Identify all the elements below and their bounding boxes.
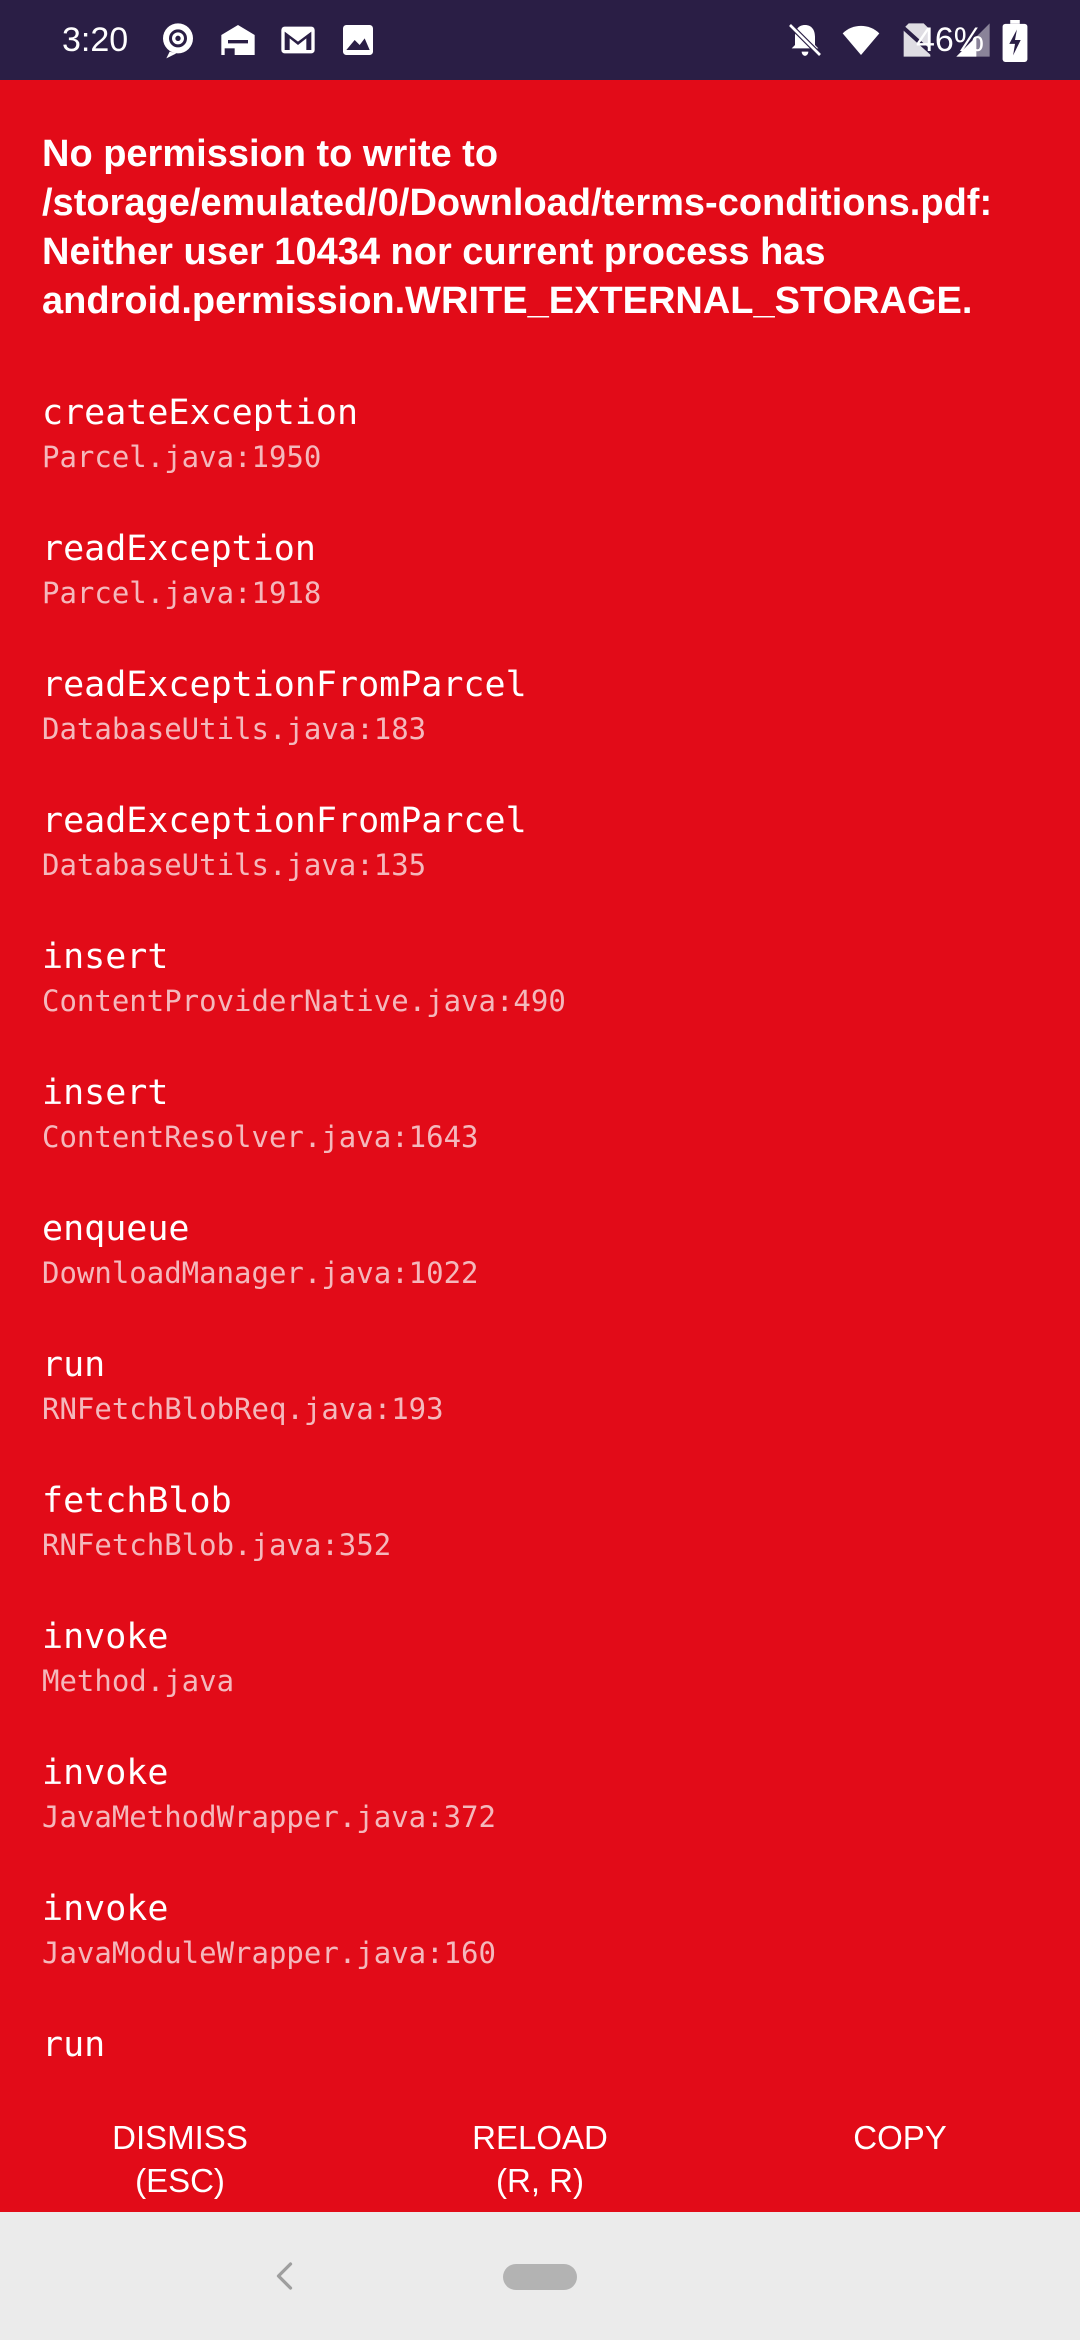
stack-frame-file: Parcel.java:1950 (42, 440, 322, 474)
error-message: No permission to write to /storage/emula… (42, 133, 993, 322)
stack-frame[interactable]: invoke JavaMethodWrapper.java:372 (42, 1750, 1042, 1886)
stack-frame[interactable]: invoke JavaModuleWrapper.java:160 (42, 1886, 1042, 2022)
stack-frame-method: insert (42, 937, 169, 977)
notification-icons (158, 20, 378, 60)
reload-button[interactable]: RELOAD (R, R) (390, 2116, 690, 2202)
stack-frame-method: invoke (42, 1889, 169, 1929)
home-pill-icon[interactable] (503, 2264, 577, 2290)
stack-frame[interactable]: fetchBlob RNFetchBlob.java:352 (42, 1478, 1042, 1614)
stack-frame-method: readException (42, 529, 316, 569)
stack-frame-method: createException (42, 393, 359, 433)
stack-frame-method: invoke (42, 1617, 169, 1657)
stack-frame-method: insert (42, 1073, 169, 1113)
stack-frame[interactable]: enqueue DownloadManager.java:1022 (42, 1206, 1042, 1342)
inbox-icon (221, 25, 255, 55)
stack-frame[interactable]: invoke Method.java (42, 1614, 1042, 1750)
at-sign-notification-icon (163, 23, 193, 59)
stack-frame-file: RNFetchBlobReq.java:193 (42, 1392, 444, 1426)
stack-frame[interactable]: readExceptionFromParcel DatabaseUtils.jav… (42, 662, 1042, 798)
stack-frame-method: enqueue (42, 1209, 190, 1249)
battery-percent: 46% (915, 21, 984, 59)
stack-frame-method: run (42, 2025, 106, 2065)
notifications-off-icon (788, 23, 822, 57)
navigation-bar (0, 2212, 1080, 2340)
wifi-icon (842, 25, 880, 55)
stack-trace-list[interactable]: createException Parcel.java:1950 readExcep… (42, 390, 1042, 2158)
stack-frame[interactable]: insert ContentProviderNative.java:490 (42, 934, 1042, 1070)
stack-frame-method: fetchBlob (42, 1481, 232, 1521)
status-bar: 3:20 46% (0, 0, 1080, 80)
stack-frame-file: ContentProviderNative.java:490 (42, 984, 566, 1018)
redbox-error-panel[interactable]: No permission to write to /storage/emula… (0, 80, 1080, 2212)
stack-frame-file: DatabaseUtils.java:183 (42, 712, 427, 746)
stack-frame-method: readExceptionFromParcel (42, 665, 527, 705)
stack-frame[interactable]: readException Parcel.java:1918 (42, 526, 1042, 662)
stack-frame-file: Parcel.java:1918 (42, 576, 322, 610)
stack-frame-file: JavaModuleWrapper.java:160 (42, 1936, 496, 1970)
copy-button[interactable]: COPY (750, 2116, 1050, 2159)
stack-frame[interactable]: insert ContentResolver.java:1643 (42, 1070, 1042, 1206)
image-icon (343, 25, 373, 55)
stack-frame[interactable]: run RNFetchBlobReq.java:193 (42, 1342, 1042, 1478)
dismiss-button[interactable]: DISMISS (ESC) (30, 2116, 330, 2202)
gmail-icon (281, 26, 315, 54)
stack-frame-method: invoke (42, 1753, 169, 1793)
back-chevron-icon[interactable] (268, 2258, 304, 2294)
status-time: 3:20 (62, 21, 129, 59)
error-action-bar: DISMISS (ESC) RELOAD (R, R) COPY (0, 2108, 1080, 2212)
stack-frame-file: JavaMethodWrapper.java:372 (42, 1800, 496, 1834)
stack-frame-file: Method.java (42, 1664, 235, 1698)
stack-frame[interactable]: readExceptionFromParcel DatabaseUtils.jav… (42, 798, 1042, 934)
stack-frame[interactable]: createException Parcel.java:1950 (42, 390, 1042, 526)
stack-frame-method: run (42, 1345, 106, 1385)
stack-frame-method: readExceptionFromParcel (42, 801, 527, 841)
stack-frame-file: RNFetchBlob.java:352 (42, 1528, 392, 1562)
stack-frame-file: DatabaseUtils.java:135 (42, 848, 427, 882)
stack-frame-file: DownloadManager.java:1022 (42, 1256, 479, 1290)
stack-frame-file: ContentResolver.java:1643 (42, 1120, 479, 1154)
battery-charging-icon (1002, 20, 1028, 62)
